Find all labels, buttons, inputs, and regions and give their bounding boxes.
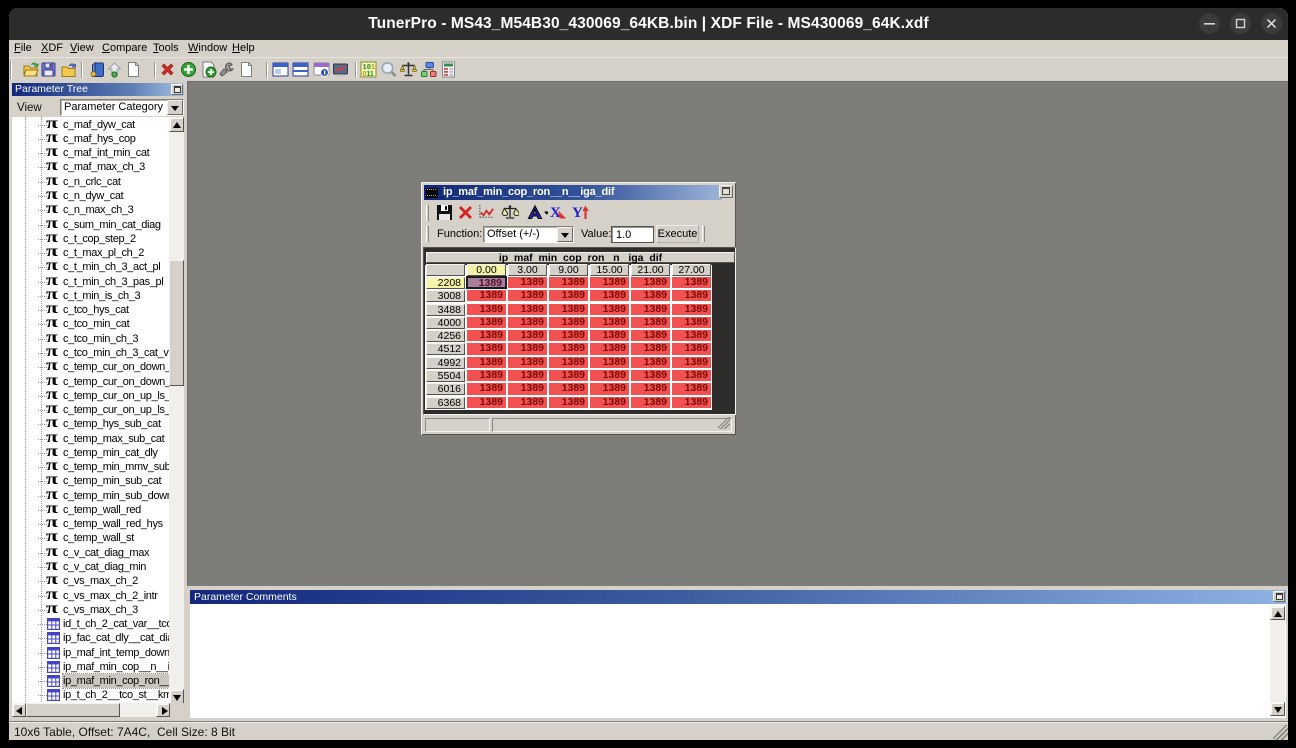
svg-text:011: 011: [363, 71, 374, 78]
svg-text:Y: Y: [572, 205, 583, 221]
